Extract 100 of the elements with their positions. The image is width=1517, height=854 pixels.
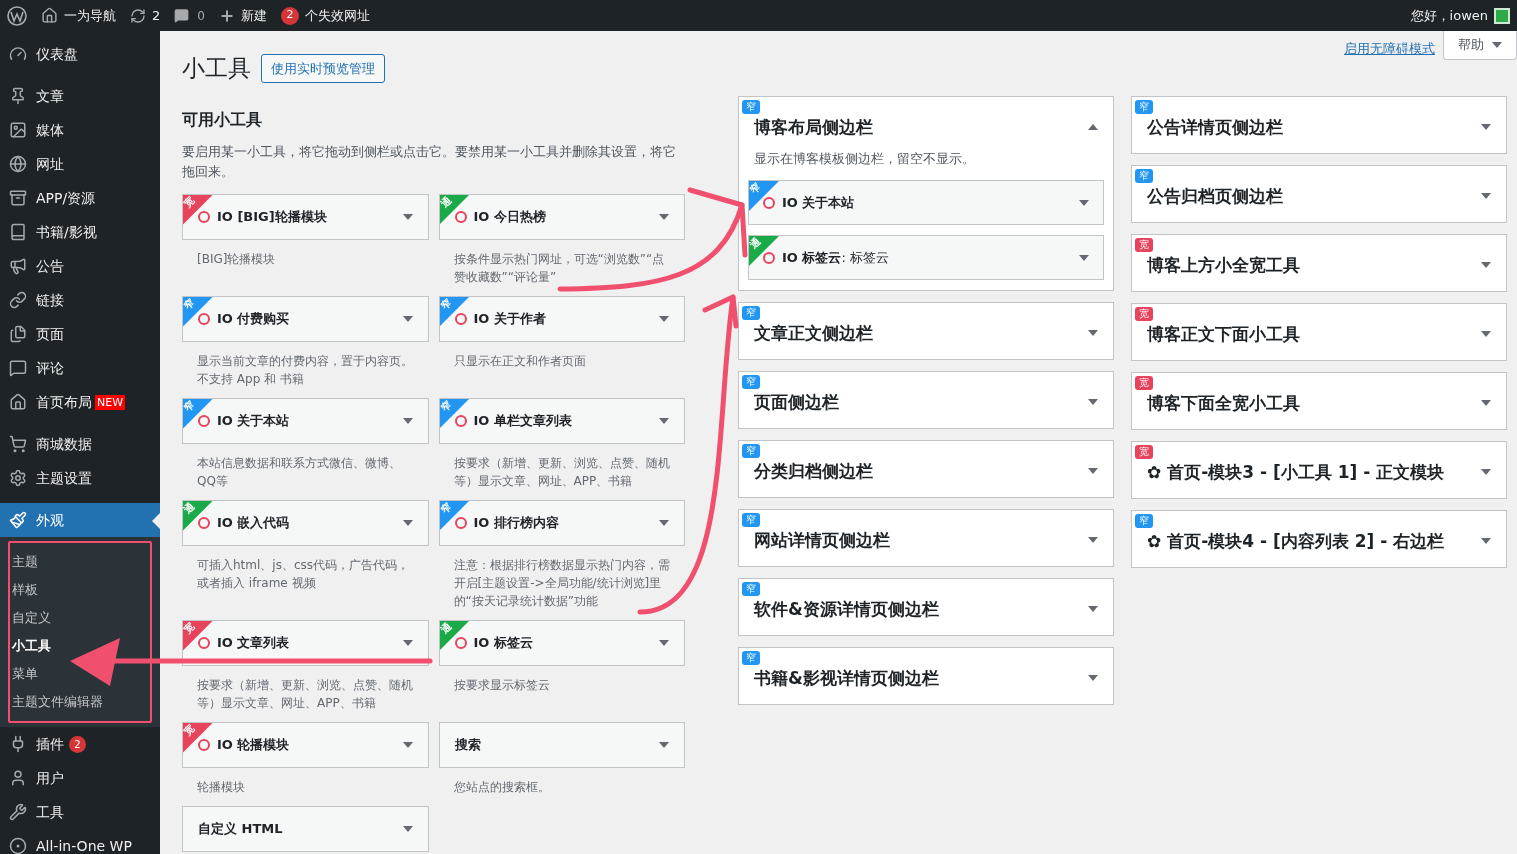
sidebar-panel[interactable]: 窄 公告详情页侧边栏 bbox=[1131, 95, 1507, 154]
submenu-item[interactable]: 小工具 bbox=[10, 632, 53, 660]
widget-header[interactable]: 窄 IO 付费购买 bbox=[182, 295, 429, 342]
widget-description: 按条件显示热门网址，可选“浏览数”“点赞收藏数”“评论量” bbox=[452, 250, 666, 286]
preview-button[interactable]: 使用实时预览管理 bbox=[261, 53, 385, 83]
menu-item[interactable]: 主题设置 bbox=[0, 461, 160, 495]
widget-title: IO 排行榜内容 bbox=[473, 513, 560, 532]
submenu-item[interactable]: 菜单 bbox=[10, 660, 40, 688]
caret-icon bbox=[1088, 330, 1098, 336]
corner-tag: 宽 bbox=[183, 194, 213, 225]
caret-icon bbox=[1079, 254, 1089, 261]
alert-link[interactable]: 个失效网址 bbox=[304, 5, 370, 26]
home-icon[interactable] bbox=[41, 7, 58, 24]
sidebar-title: 网站详情页侧边栏 bbox=[754, 529, 891, 552]
widget-header[interactable]: 通 IO 今日热榜 bbox=[438, 193, 685, 240]
corner-tag: 通 bbox=[439, 194, 470, 225]
widget-title: IO [BIG]轮播模块 bbox=[217, 207, 328, 226]
widget-title: IO 轮播模块 bbox=[217, 735, 291, 754]
greeting[interactable]: 您好，iowen bbox=[1410, 5, 1488, 26]
menu-icon bbox=[9, 189, 27, 207]
caret-icon bbox=[659, 519, 669, 526]
menu-item[interactable]: 公告 bbox=[0, 249, 160, 283]
sidebar-panel[interactable]: 窄 公告归档页侧边栏 bbox=[1131, 164, 1507, 223]
corner-tag: 窄 bbox=[183, 296, 213, 327]
sidebar-panel[interactable]: 宽 博客上方小全宽工具 bbox=[1131, 233, 1507, 292]
submenu-item[interactable]: 自定义 bbox=[10, 604, 53, 632]
submenu-item[interactable]: 主题 bbox=[10, 548, 40, 576]
sidebar-panel[interactable]: 窄 软件&资源详情页侧边栏 bbox=[738, 578, 1114, 636]
menu-item[interactable]: 网址 bbox=[0, 147, 160, 181]
sidebar-title: 软件&资源详情页侧边栏 bbox=[754, 598, 940, 621]
accessibility-link[interactable]: 启用无障碍模式 bbox=[1344, 39, 1435, 59]
menu-item[interactable]: 插件 2 bbox=[0, 727, 160, 761]
sidebar-panel[interactable]: 宽 ✿ 首页-模块3 - [小工具 1] - 正文模块 bbox=[1131, 440, 1507, 499]
menu-item[interactable]: 文章 bbox=[0, 79, 160, 113]
sidebar-panel[interactable]: 窄 书籍&影视详情页侧边栏 bbox=[738, 647, 1114, 705]
widget-header[interactable]: 宽 IO [BIG]轮播模块 bbox=[182, 193, 429, 240]
sidebar-panel[interactable]: 窄 ✿ 首页-模块4 - [内容列表 2] - 右边栏 bbox=[1131, 509, 1507, 568]
menu-item[interactable]: 首页布局 NEW bbox=[0, 385, 160, 419]
menu-item[interactable]: APP/资源 bbox=[0, 181, 160, 215]
menu-item[interactable]: 书籍/影视 bbox=[0, 215, 160, 249]
sidebar-title: 文章正文侧边栏 bbox=[754, 322, 874, 345]
widget-header[interactable]: 宽 IO 轮播模块 bbox=[182, 721, 429, 768]
size-tag: 窄 bbox=[742, 99, 760, 114]
widget-header[interactable]: 窄 IO 关于本站 bbox=[748, 180, 1104, 225]
alert-count[interactable]: 2 bbox=[280, 6, 299, 25]
logo-icon[interactable] bbox=[7, 5, 27, 26]
comments-count[interactable]: 0 bbox=[197, 6, 205, 25]
menu-icon bbox=[9, 769, 27, 787]
submenu-item[interactable]: 主题文件编辑器 bbox=[10, 688, 105, 716]
widget-description: [BIG]轮播模块 bbox=[196, 250, 277, 268]
menu-item[interactable]: 链接 bbox=[0, 283, 160, 317]
menu-item[interactable]: All-in-One WP bbox=[0, 829, 160, 854]
widget-header[interactable]: 搜索 bbox=[438, 721, 685, 768]
widget-title: IO 关于本站 bbox=[782, 193, 856, 212]
caret-icon bbox=[1088, 606, 1098, 612]
widget-header[interactable]: 通 IO 标签云: 标签云 bbox=[748, 235, 1104, 280]
plus-icon[interactable] bbox=[218, 7, 235, 24]
menu-item[interactable]: 外观 bbox=[0, 503, 160, 537]
menu-item[interactable]: 媒体 bbox=[0, 113, 160, 147]
menu-item[interactable]: 工具 bbox=[0, 795, 160, 829]
new-link[interactable]: 新建 bbox=[240, 5, 267, 26]
updates-count[interactable]: 2 bbox=[152, 5, 161, 26]
sidebar-panel[interactable]: 窄 分类归档侧边栏 bbox=[738, 440, 1114, 498]
caret-icon bbox=[659, 639, 669, 646]
size-tag: 宽 bbox=[1135, 237, 1153, 252]
caret-icon bbox=[659, 213, 669, 220]
sidebar-panel[interactable]: 窄 博客布局侧边栏 显示在博客模板侧边栏，留空不显示。 窄 IO 关于本站 通 IO 标签云: 标签云 bbox=[738, 95, 1114, 291]
widget-header[interactable]: 窄 IO 关于作者 bbox=[438, 295, 685, 342]
sidebar-panel[interactable]: 宽 博客下面全宽小工具 bbox=[1131, 371, 1507, 430]
comment-icon[interactable] bbox=[174, 8, 190, 23]
size-tag: 窄 bbox=[742, 513, 760, 527]
widget-header[interactable]: 通 IO 嵌入代码 bbox=[182, 499, 429, 546]
menu-item[interactable]: 仪表盘 bbox=[0, 37, 160, 71]
menu-icon bbox=[9, 291, 27, 309]
menu-item[interactable]: 商城数据 bbox=[0, 427, 160, 461]
updates-icon[interactable] bbox=[130, 7, 146, 24]
widget-description: 轮播模块 bbox=[196, 778, 246, 796]
widget-header[interactable]: 窄 IO 单栏文章列表 bbox=[438, 397, 685, 444]
section-heading: 可用小工具 bbox=[182, 108, 263, 131]
sidebar-panel[interactable]: 窄 页面侧边栏 bbox=[738, 371, 1114, 429]
widget-header[interactable]: 自定义 HTML bbox=[182, 805, 429, 852]
sidebar-panel[interactable]: 窄 网站详情页侧边栏 bbox=[738, 509, 1114, 567]
widget-header[interactable]: 通 IO 标签云 bbox=[438, 619, 685, 666]
widget-description: 按要求显示标签云 bbox=[452, 676, 551, 694]
avatar-icon[interactable] bbox=[1494, 7, 1510, 24]
submenu-item[interactable]: 样板 bbox=[10, 576, 40, 604]
caret-icon bbox=[1481, 468, 1491, 475]
caret-icon bbox=[1079, 199, 1089, 206]
help-button[interactable]: 帮助 bbox=[1443, 31, 1517, 60]
widget-header[interactable]: 窄 IO 排行榜内容 bbox=[438, 499, 685, 546]
menu-item[interactable]: 页面 bbox=[0, 317, 160, 351]
sidebar-panel[interactable]: 宽 博客正文下面小工具 bbox=[1131, 302, 1507, 361]
page-title: 小工具 bbox=[182, 54, 251, 83]
corner-tag: 窄 bbox=[183, 398, 213, 429]
sidebar-panel[interactable]: 窄 文章正文侧边栏 bbox=[738, 302, 1114, 360]
site-link[interactable]: 一为导航 bbox=[64, 5, 116, 26]
new-badge: NEW bbox=[95, 394, 126, 410]
menu-item[interactable]: 用户 bbox=[0, 761, 160, 795]
menu-item[interactable]: 评论 bbox=[0, 351, 160, 385]
widget-header[interactable]: 窄 IO 关于本站 bbox=[182, 397, 429, 444]
